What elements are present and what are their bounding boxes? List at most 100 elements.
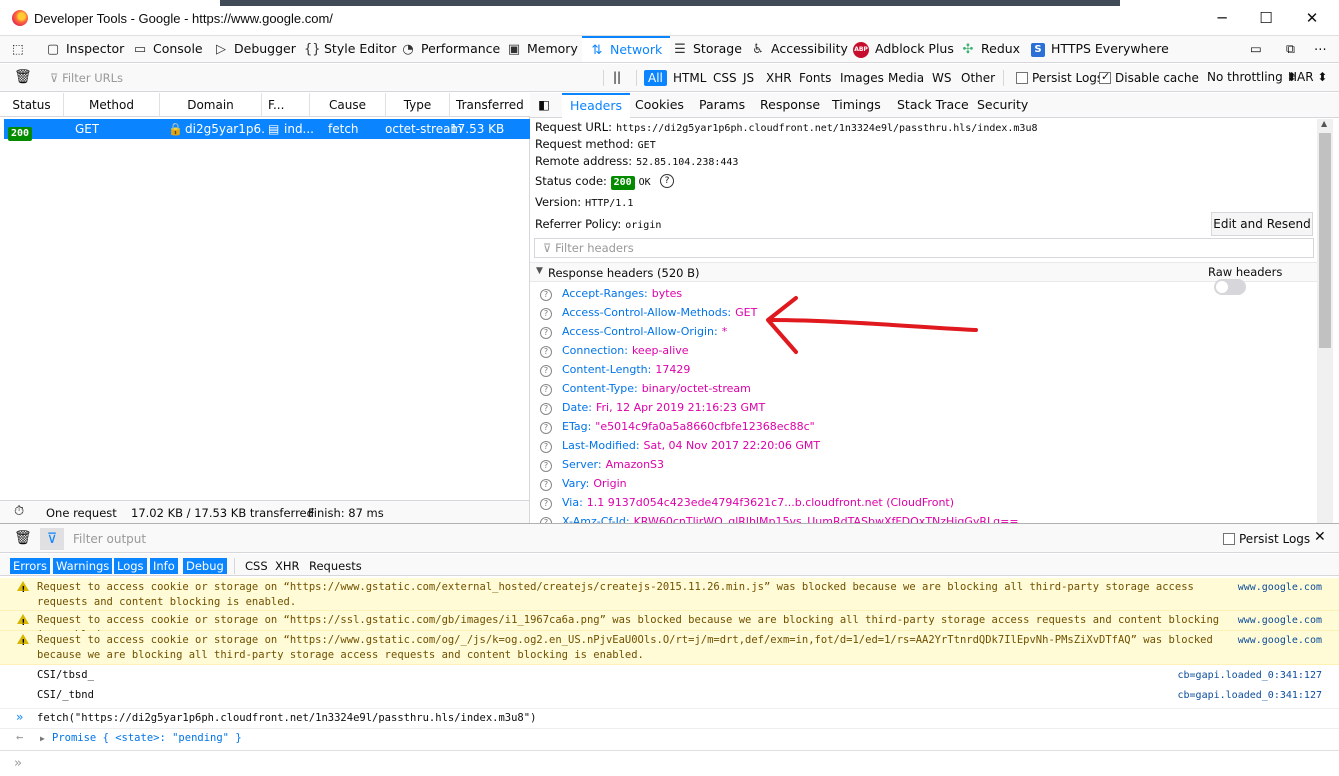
message-source-link[interactable]: www.google.com xyxy=(1238,613,1322,628)
help-icon[interactable]: ? xyxy=(540,327,552,339)
scroll-up-icon[interactable]: ▲ xyxy=(1321,119,1327,128)
message-source-link[interactable]: www.google.com xyxy=(1238,633,1322,648)
column-method[interactable]: Method xyxy=(64,93,160,117)
maximize-button[interactable]: ☐ xyxy=(1243,4,1289,32)
persist-logs-checkbox[interactable]: Persist Logs xyxy=(1016,71,1103,85)
response-header-row[interactable]: ? Content-Type: binary/octet-stream xyxy=(540,381,751,397)
filter-xhr[interactable]: XHR xyxy=(272,558,303,574)
filter-debug[interactable]: Debug xyxy=(183,558,227,574)
tab-inspector[interactable]: ▢ Inspector xyxy=(46,36,124,62)
filter-media[interactable]: Media xyxy=(884,70,928,86)
tab-debugger[interactable]: ▷ Debugger xyxy=(214,36,296,62)
filter-errors[interactable]: Errors xyxy=(10,558,51,574)
edit-and-resend-button[interactable]: Edit and Resend xyxy=(1211,212,1313,236)
tab-performance[interactable]: ◔ Performance xyxy=(401,36,500,62)
column-domain[interactable]: Domain xyxy=(160,93,262,117)
help-icon[interactable]: ? xyxy=(540,422,552,434)
expand-triangle-icon[interactable]: ▶ xyxy=(40,731,45,746)
filter-info[interactable]: Info xyxy=(150,558,178,574)
tab-security[interactable]: Security xyxy=(977,93,1028,118)
response-header-row[interactable]: ? Access-Control-Allow-Methods: GET xyxy=(540,305,757,321)
close-split-console-icon[interactable]: ✕ xyxy=(1314,529,1326,545)
tab-response[interactable]: Response xyxy=(760,93,820,118)
response-header-row[interactable]: ? Content-Length: 17429 xyxy=(540,362,690,378)
filter-warnings[interactable]: Warnings xyxy=(53,558,113,574)
help-icon[interactable]: ? xyxy=(660,174,674,188)
column-type[interactable]: Type xyxy=(386,93,450,117)
message-source-link[interactable]: www.google.com xyxy=(1238,580,1322,595)
help-icon[interactable]: ? xyxy=(540,460,552,472)
response-header-row[interactable]: ? ETag: "e5014c9fa0a5a8660cfbfe12368ec88c" xyxy=(540,419,815,435)
element-picker-icon[interactable]: ⬚ xyxy=(12,36,24,62)
filter-css[interactable]: CSS xyxy=(709,70,741,86)
options-menu-icon[interactable]: ⋯ xyxy=(1314,36,1327,62)
har-menu[interactable]: HAR ⬍ xyxy=(1288,70,1327,84)
responsive-design-icon[interactable]: ▭ xyxy=(1250,36,1262,62)
help-icon[interactable]: ? xyxy=(540,308,552,320)
tab-stack-trace[interactable]: Stack Trace xyxy=(897,93,969,118)
message-source-link[interactable]: cb=gapi.loaded_0:341:127 xyxy=(1178,688,1323,703)
help-icon[interactable]: ? xyxy=(540,346,552,358)
minimize-button[interactable]: ─ xyxy=(1199,4,1245,32)
column-transferred[interactable]: Transferred xyxy=(450,93,530,117)
help-icon[interactable]: ? xyxy=(540,498,552,510)
filter-css[interactable]: CSS xyxy=(242,558,271,574)
response-headers-section[interactable]: ▼ Response headers (520 B) Raw headers xyxy=(530,262,1317,295)
disable-cache-checkbox[interactable]: Disable cache xyxy=(1099,70,1199,85)
tab-timings[interactable]: Timings xyxy=(832,93,881,118)
raw-headers-toggle[interactable]: Raw headers xyxy=(1208,265,1317,295)
filter-all[interactable]: All xyxy=(644,70,667,86)
filter-headers-input[interactable]: ⊽ Filter headers xyxy=(534,238,1314,258)
pause-icon[interactable]: || xyxy=(613,70,621,84)
column-file[interactable]: F... xyxy=(262,93,310,117)
help-icon[interactable]: ? xyxy=(540,289,552,301)
filter-xhr[interactable]: XHR xyxy=(762,70,796,86)
console-input[interactable]: » xyxy=(0,750,1339,776)
dock-side-icon[interactable]: ⧉ xyxy=(1286,36,1295,62)
response-header-row[interactable]: ? Via: 1.1 9137d054c423ede4794f3621c7...b.… xyxy=(540,495,954,511)
filter-html[interactable]: HTML xyxy=(669,70,710,86)
tab-cookies[interactable]: Cookies xyxy=(635,93,684,118)
filter-ws[interactable]: WS xyxy=(928,70,955,86)
response-header-row[interactable]: ? Connection: keep-alive xyxy=(540,343,689,359)
response-header-row[interactable]: ? Date: Fri, 12 Apr 2019 21:16:23 GMT xyxy=(540,400,765,416)
tab-console[interactable]: ▭ Console xyxy=(133,36,203,62)
filter-fonts[interactable]: Fonts xyxy=(795,70,835,86)
tab-https-everywhere[interactable]: S HTTPS Everywhere xyxy=(1031,36,1169,62)
help-icon[interactable]: ? xyxy=(540,384,552,396)
filter-js[interactable]: JS xyxy=(739,70,758,86)
filter-logs[interactable]: Logs xyxy=(114,558,147,574)
response-header-row[interactable]: ? X-Amz-Cf-Id: KRW60cnTlirWO_qlRlhlMp15vs_… xyxy=(540,514,1019,523)
column-status[interactable]: Status xyxy=(0,93,64,117)
result-text[interactable]: Promise { <state>: "pending" } xyxy=(52,731,1242,746)
help-icon[interactable]: ? xyxy=(540,365,552,377)
details-scrollbar[interactable]: ▲ xyxy=(1317,119,1333,523)
filter-other[interactable]: Other xyxy=(957,70,999,86)
tab-network[interactable]: ⇅ Network xyxy=(582,36,671,62)
collapse-triangle-icon[interactable]: ▼ xyxy=(536,266,543,276)
help-icon[interactable]: ? xyxy=(540,441,552,453)
tab-headers[interactable]: Headers xyxy=(562,93,631,118)
close-window-button[interactable]: ✕ xyxy=(1289,4,1335,32)
tab-storage[interactable]: ☰ Storage xyxy=(673,36,742,62)
table-row[interactable]: 200 GET 🔒 di2g5yar1p6... ▤ ind... fetch … xyxy=(4,119,530,141)
stopwatch-icon[interactable]: ⏱ xyxy=(14,504,24,519)
toggle-filter-funnel-icon[interactable]: ⊽ xyxy=(40,528,64,550)
throttling-select[interactable]: No throttling ⬍ xyxy=(1207,70,1297,84)
scrollbar-thumb[interactable] xyxy=(1319,133,1331,348)
filter-images[interactable]: Images xyxy=(836,70,888,86)
tab-style-editor[interactable]: {} Style Editor xyxy=(304,36,396,62)
clear-trash-icon[interactable]: 🗑 xyxy=(14,69,32,85)
clear-console-trash-icon[interactable]: 🗑 xyxy=(14,530,32,546)
filter-urls-input[interactable]: ⊽ Filter URLs xyxy=(50,71,123,85)
tab-params[interactable]: Params xyxy=(699,93,745,118)
response-header-row[interactable]: ? Last-Modified: Sat, 04 Nov 2017 22:20:06… xyxy=(540,438,820,454)
filter-output-input[interactable]: Filter output xyxy=(73,532,146,546)
response-header-row[interactable]: ? Accept-Ranges: bytes xyxy=(540,286,682,302)
column-cause[interactable]: Cause xyxy=(310,93,386,117)
tab-adblock-plus[interactable]: ABP Adblock Plus xyxy=(853,36,954,62)
message-source-link[interactable]: cb=gapi.loaded_0:341:127 xyxy=(1178,668,1323,683)
tab-accessibility[interactable]: ♿ Accessibility xyxy=(751,36,848,62)
toggle-sidebar-icon[interactable]: ◧ xyxy=(538,93,550,118)
tab-redux[interactable]: ✣ Redux xyxy=(961,36,1021,62)
